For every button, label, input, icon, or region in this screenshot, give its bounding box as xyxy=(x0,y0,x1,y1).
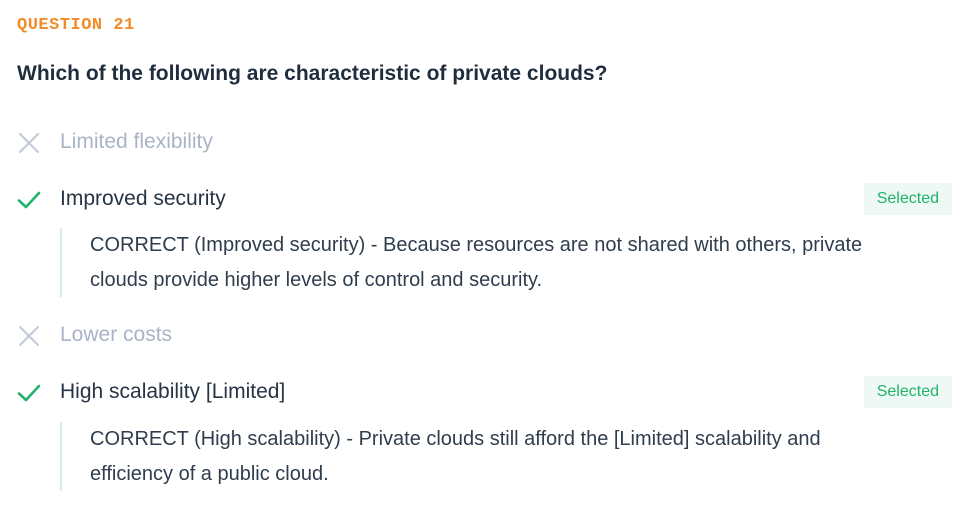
check-icon xyxy=(17,188,41,212)
selected-badge: Selected xyxy=(863,183,952,215)
option-improved-security: Improved security Selected xyxy=(17,183,952,217)
option-label: Lower costs xyxy=(60,323,173,346)
option-label: High scalability [Limited] xyxy=(60,380,286,403)
option-high-scalability: High scalability [Limited] Selected xyxy=(17,376,952,410)
question-text: Which of the following are characteristi… xyxy=(17,62,608,85)
x-icon xyxy=(17,131,41,155)
option-lower-costs: Lower costs xyxy=(17,319,952,353)
explanation-improved-security: CORRECT (Improved security) - Because re… xyxy=(60,228,890,297)
question-number: QUESTION 21 xyxy=(17,16,135,35)
check-icon xyxy=(17,381,41,405)
selected-badge: Selected xyxy=(863,376,952,408)
option-label: Limited flexibility xyxy=(60,130,213,153)
option-label: Improved security xyxy=(60,187,226,210)
x-icon xyxy=(17,324,41,348)
option-limited-flexibility: Limited flexibility xyxy=(17,126,952,160)
explanation-high-scalability: CORRECT (High scalability) - Private clo… xyxy=(60,422,890,491)
